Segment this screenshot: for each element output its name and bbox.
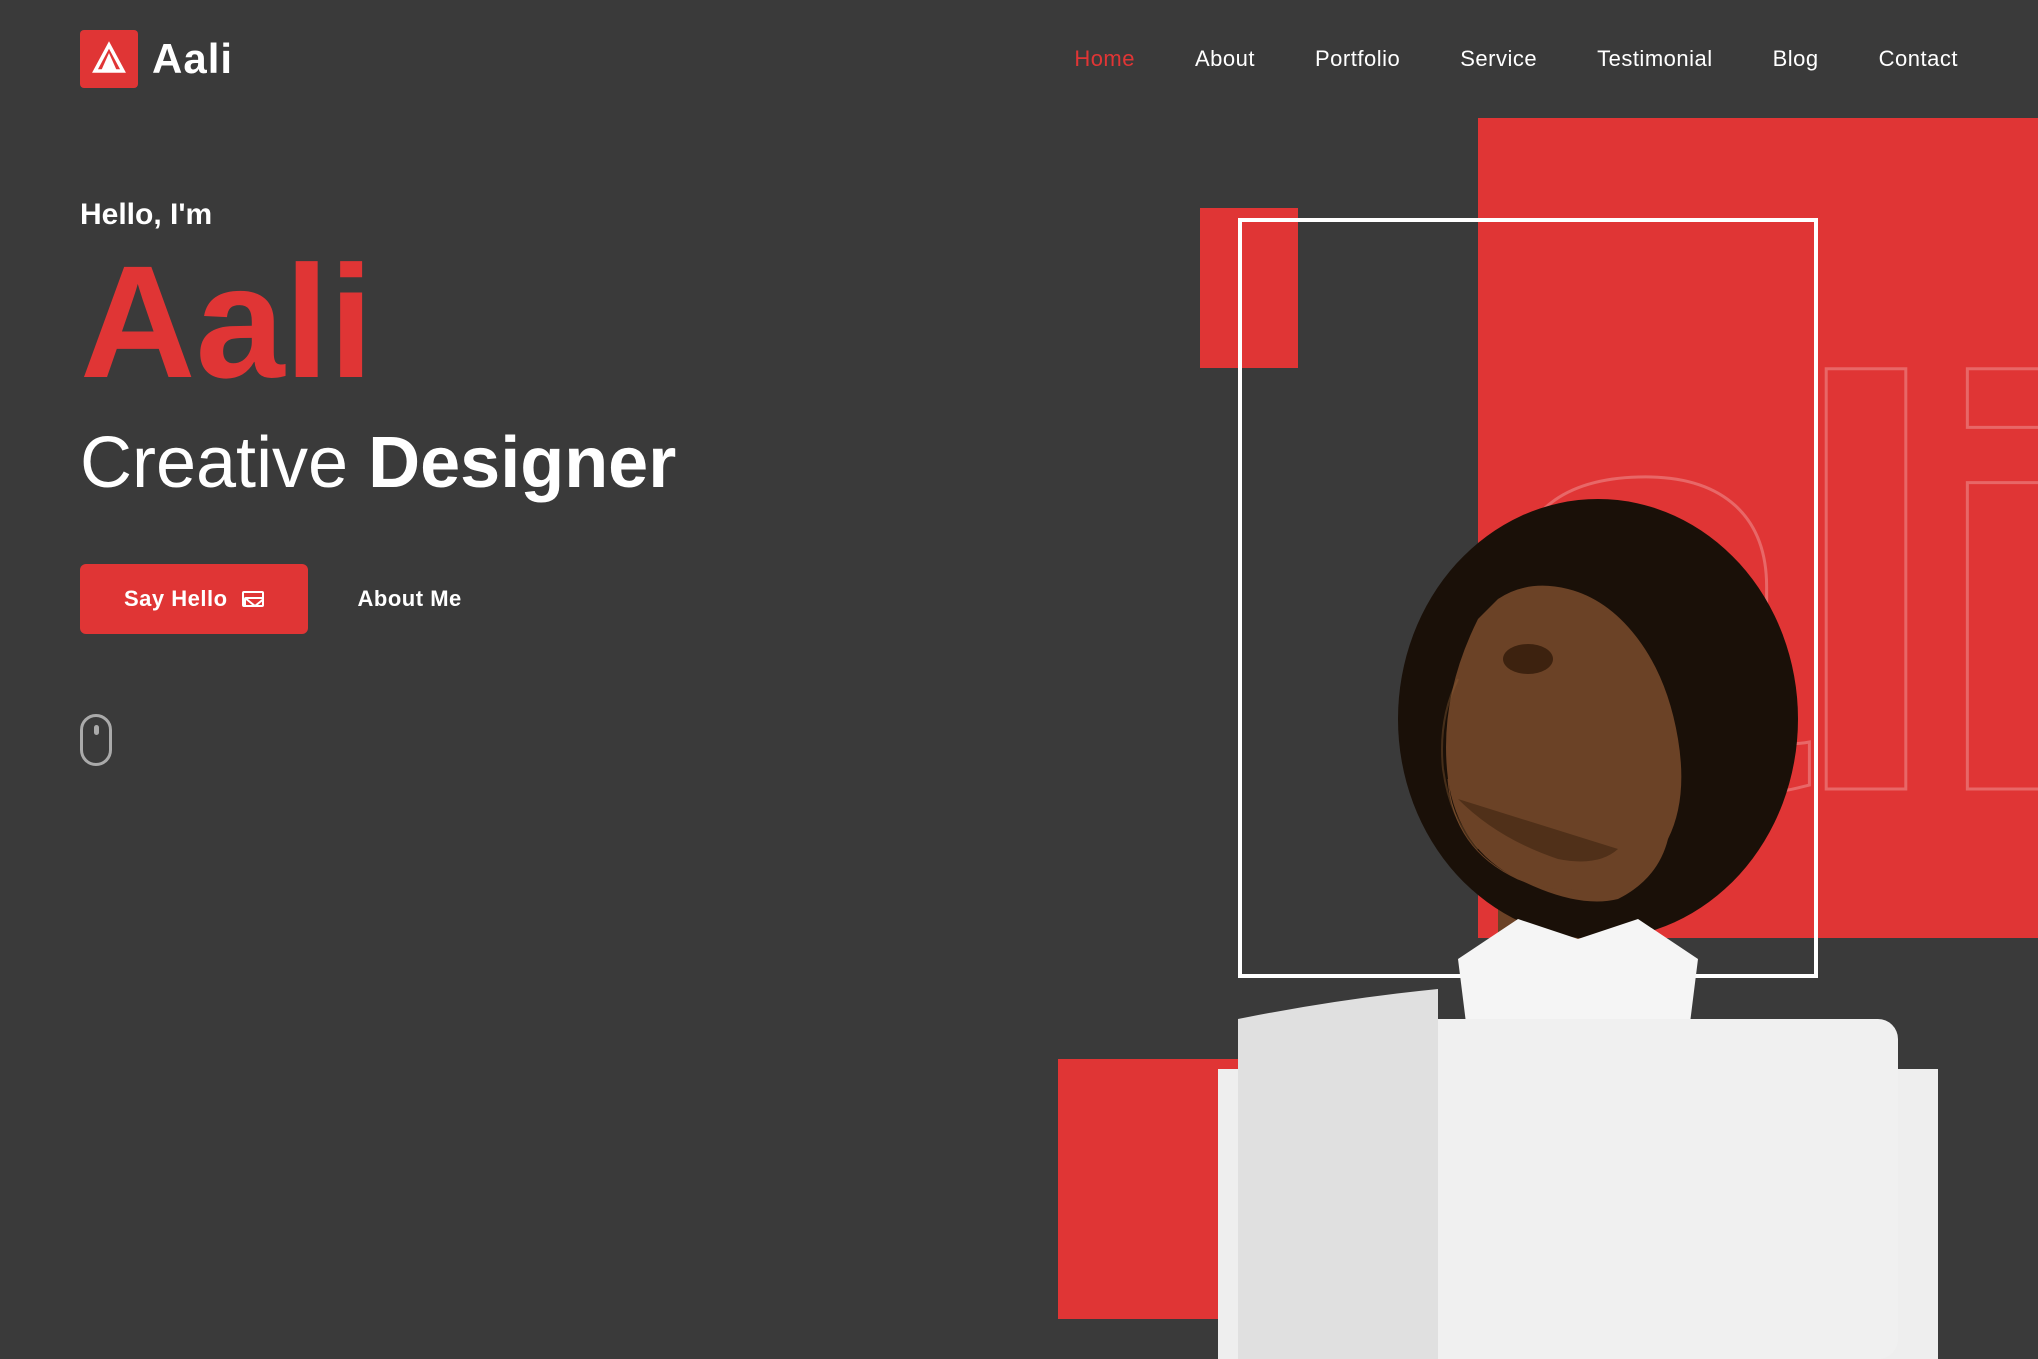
greeting-text: Hello, I'm (80, 198, 676, 232)
nav-links: Home About Portfolio Service Testimonial… (1074, 46, 1958, 72)
nav-item-home[interactable]: Home (1074, 46, 1135, 72)
nav-link-home[interactable]: Home (1074, 46, 1135, 71)
nav-link-contact[interactable]: Contact (1879, 46, 1958, 71)
logo-icon (80, 30, 138, 88)
nav-link-about[interactable]: About (1195, 46, 1255, 71)
logo[interactable]: Aali (80, 30, 233, 88)
nav-link-testimonial[interactable]: Testimonial (1597, 46, 1713, 71)
say-hello-label: Say Hello (124, 586, 228, 612)
nav-item-testimonial[interactable]: Testimonial (1597, 46, 1713, 72)
nav-item-portfolio[interactable]: Portfolio (1315, 46, 1400, 72)
logo-svg (91, 41, 127, 77)
about-me-button[interactable]: About Me (358, 586, 462, 612)
title-part1: Creative (80, 423, 348, 503)
hero-content: Hello, I'm Aali Creative Designer Say He… (80, 198, 676, 766)
navbar: Aali Home About Portfolio Service Testim… (0, 0, 2038, 118)
scroll-indicator (80, 714, 112, 766)
nav-link-portfolio[interactable]: Portfolio (1315, 46, 1400, 71)
nav-item-blog[interactable]: Blog (1773, 46, 1819, 72)
title-part2: Designer (368, 423, 676, 503)
say-hello-button[interactable]: Say Hello (80, 564, 308, 634)
brand-name: Aali (152, 35, 233, 83)
nav-item-about[interactable]: About (1195, 46, 1255, 72)
nav-link-service[interactable]: Service (1460, 46, 1537, 71)
hero-title: Creative Designer (80, 422, 676, 504)
email-icon (242, 591, 264, 607)
nav-item-contact[interactable]: Contact (1879, 46, 1958, 72)
hero-name: Aali (80, 242, 676, 402)
hero-buttons: Say Hello About Me (80, 564, 676, 634)
nav-link-blog[interactable]: Blog (1773, 46, 1819, 71)
nav-item-service[interactable]: Service (1460, 46, 1537, 72)
hero-section: ali (0, 118, 2038, 1359)
person-svg (1138, 119, 1958, 1359)
person-image (1138, 118, 1958, 1359)
